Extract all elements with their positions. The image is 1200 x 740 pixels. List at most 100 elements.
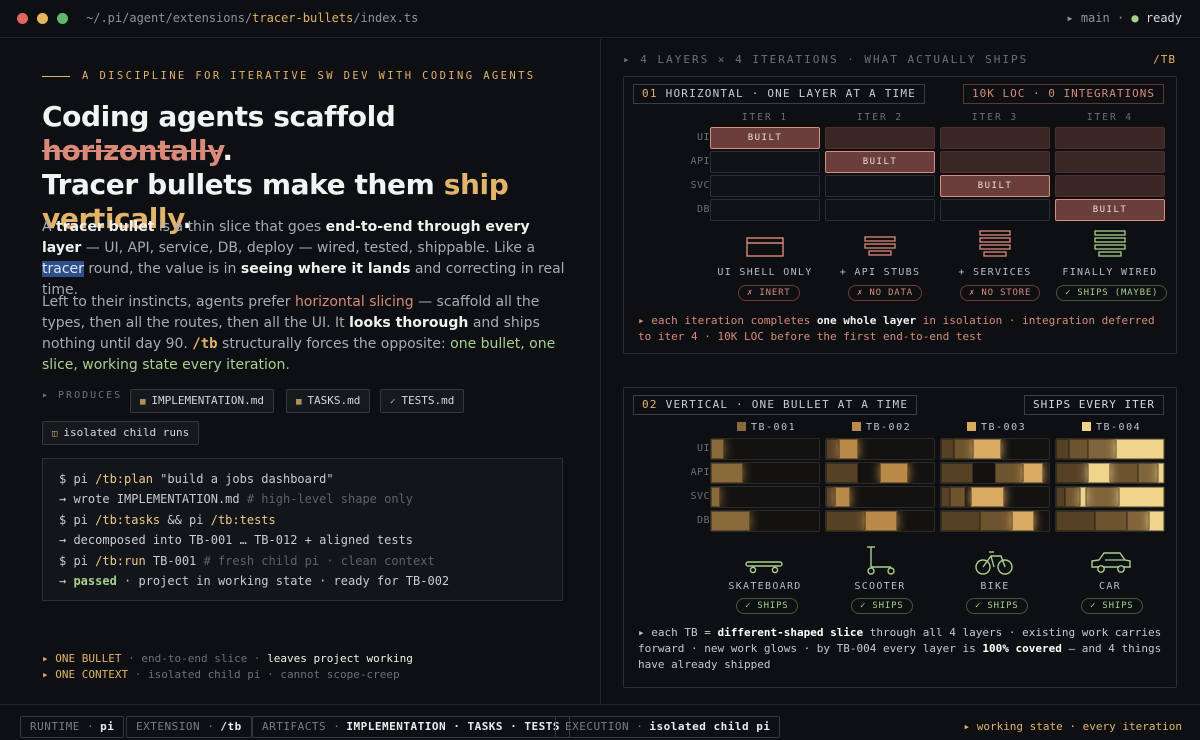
execution-chip[interactable]: EXECUTION · isolated child pi	[555, 716, 781, 738]
vertical-title: 02 VERTICAL · ONE BULLET AT A TIME	[633, 395, 918, 415]
check-icon: ✓	[390, 397, 396, 407]
layer-label: API	[690, 467, 710, 478]
ships-pill: ✓ SHIPS	[736, 598, 798, 614]
layer-label: DB	[696, 204, 710, 215]
slice-segment	[1064, 487, 1080, 507]
slice-segment	[711, 487, 720, 507]
ships-pill: ✓ SHIPS	[1081, 598, 1143, 614]
wired-stack-icon	[1091, 230, 1129, 263]
tb-header: TB-001	[737, 422, 796, 433]
layer-cell	[710, 175, 820, 197]
headline: Coding agents scaffold horizontally. Tra…	[42, 100, 509, 235]
slice-segment	[979, 511, 1013, 531]
text-selection: tracer	[42, 261, 84, 277]
layer-label: SVC	[690, 180, 710, 191]
runtime-chip[interactable]: RUNTIME · pi	[20, 716, 125, 738]
slice-segment	[949, 487, 965, 507]
tb-label: TB-004	[1096, 422, 1142, 433]
terminal-line: → passed · project in working state · re…	[59, 574, 450, 589]
slice-segment	[1056, 463, 1089, 483]
iteration-header: ITER 4	[1086, 112, 1134, 123]
slice-segment	[1056, 511, 1095, 531]
horizontal-panel: 01 HORIZONTAL · ONE LAYER AT A TIME 10K L…	[623, 76, 1177, 354]
slice-segment	[1118, 487, 1164, 507]
ships-pill: ✓ SHIPS	[966, 598, 1028, 614]
right-panel: ▸ 4 LAYERS × 4 ITERATIONS · WHAT ACTUALL…	[601, 39, 1200, 704]
left-panel: A DISCIPLINE FOR ITERATIVE SW DEV WITH C…	[0, 39, 600, 704]
slice-cell	[710, 438, 820, 460]
horizontal-note: ▸ each iteration completes one whole lay…	[638, 314, 1155, 343]
services-stack-icon	[976, 230, 1014, 263]
slice-segment	[1086, 487, 1119, 507]
terminal-block: $ pi /tb:plan "build a jobs dashboard" →…	[42, 458, 563, 601]
slice-segment	[1079, 487, 1087, 507]
git-status: ▸ main · ● ready	[1066, 11, 1182, 25]
bike-icon	[974, 548, 1014, 579]
footer-tagline: ▸ working state · every iteration	[963, 720, 1182, 733]
layer-cell	[825, 127, 935, 149]
slice-segment	[711, 439, 724, 459]
artifacts-chip[interactable]: ARTIFACTS · IMPLEMENTATION · TASKS · TEST…	[252, 716, 571, 738]
scooter-icon	[859, 545, 899, 578]
layer-cell	[710, 199, 820, 221]
slice-segment	[880, 463, 909, 483]
built-cell: BUILT	[940, 175, 1050, 197]
layer-cell	[710, 151, 820, 173]
doc-icon: ▦	[296, 397, 302, 407]
horizontal-title: 01 HORIZONTAL · ONE LAYER AT A TIME	[633, 84, 925, 104]
layer-label: API	[690, 156, 710, 167]
tests-md-chip[interactable]: ✓ TESTS.md	[380, 389, 465, 413]
slice-cell	[710, 462, 820, 484]
iteration-header: ITER 2	[856, 112, 904, 123]
ships-stat-badge: SHIPS EVERY ITER	[1024, 395, 1164, 415]
tb-swatch	[737, 422, 746, 431]
terminal-line: $ pi /tb:plan "build a jobs dashboard"	[59, 472, 334, 486]
terminal-line: → decomposed into TB-001 … TB-012 + alig…	[59, 533, 414, 548]
iteration-caption: + SERVICES	[958, 267, 1032, 278]
slice-segment	[1116, 439, 1164, 459]
slice-segment	[826, 439, 839, 459]
layer-cell	[1055, 175, 1165, 197]
iteration-header: ITER 3	[971, 112, 1019, 123]
built-cell: BUILT	[710, 127, 820, 149]
slice-cell	[940, 486, 1050, 508]
terminal-line: → wrote IMPLEMENTATION.md # high-level s…	[59, 492, 414, 507]
api-stack-icon	[861, 233, 899, 262]
iteration-caption: FINALLY WIRED	[1062, 267, 1158, 278]
slice-segment	[1148, 511, 1164, 531]
slice-cell	[825, 462, 935, 484]
layer-label: SVC	[690, 491, 710, 502]
close-window-button[interactable]	[17, 13, 28, 24]
tasks-md-chip[interactable]: ▦ TASKS.md	[286, 389, 371, 413]
extension-chip[interactable]: EXTENSION ·/tb	[126, 716, 252, 738]
ships-pill: ✓ SHIPS	[851, 598, 913, 614]
slice-segment	[1138, 463, 1158, 483]
tb-label: TB-003	[981, 422, 1027, 433]
status-pill: ✗ NO STORE	[960, 285, 1041, 301]
tb-header: TB-002	[852, 422, 911, 433]
slice-segment	[834, 487, 850, 507]
tb-swatch	[852, 422, 861, 431]
implementation-md-chip[interactable]: ▦ IMPLEMENTATION.md	[130, 389, 275, 413]
skateboard-icon	[744, 548, 784, 577]
slice-segment	[1023, 463, 1043, 483]
minimize-window-button[interactable]	[37, 13, 48, 24]
layer-cell	[825, 175, 935, 197]
tb-swatch	[967, 422, 976, 431]
tb-swatch	[1082, 422, 1091, 431]
slice-cell	[940, 462, 1050, 484]
slice-segment	[838, 439, 859, 459]
instinct-paragraph: Left to their instincts, agents prefer h…	[42, 294, 556, 373]
maximize-window-button[interactable]	[57, 13, 68, 24]
slice-segment	[711, 511, 750, 531]
slice-cell	[1055, 438, 1165, 460]
vehicle-caption: CAR	[1099, 581, 1121, 592]
tb-header: TB-004	[1082, 422, 1141, 433]
vehicle-caption: BIKE	[980, 581, 1010, 592]
slice-cell	[825, 486, 935, 508]
slice-segment	[995, 463, 1024, 483]
slice-cell	[1055, 510, 1165, 532]
slice-segment	[1127, 511, 1149, 531]
child-runs-chip[interactable]: ◫ isolated child runs	[42, 421, 200, 445]
built-cell: BUILT	[825, 151, 935, 173]
